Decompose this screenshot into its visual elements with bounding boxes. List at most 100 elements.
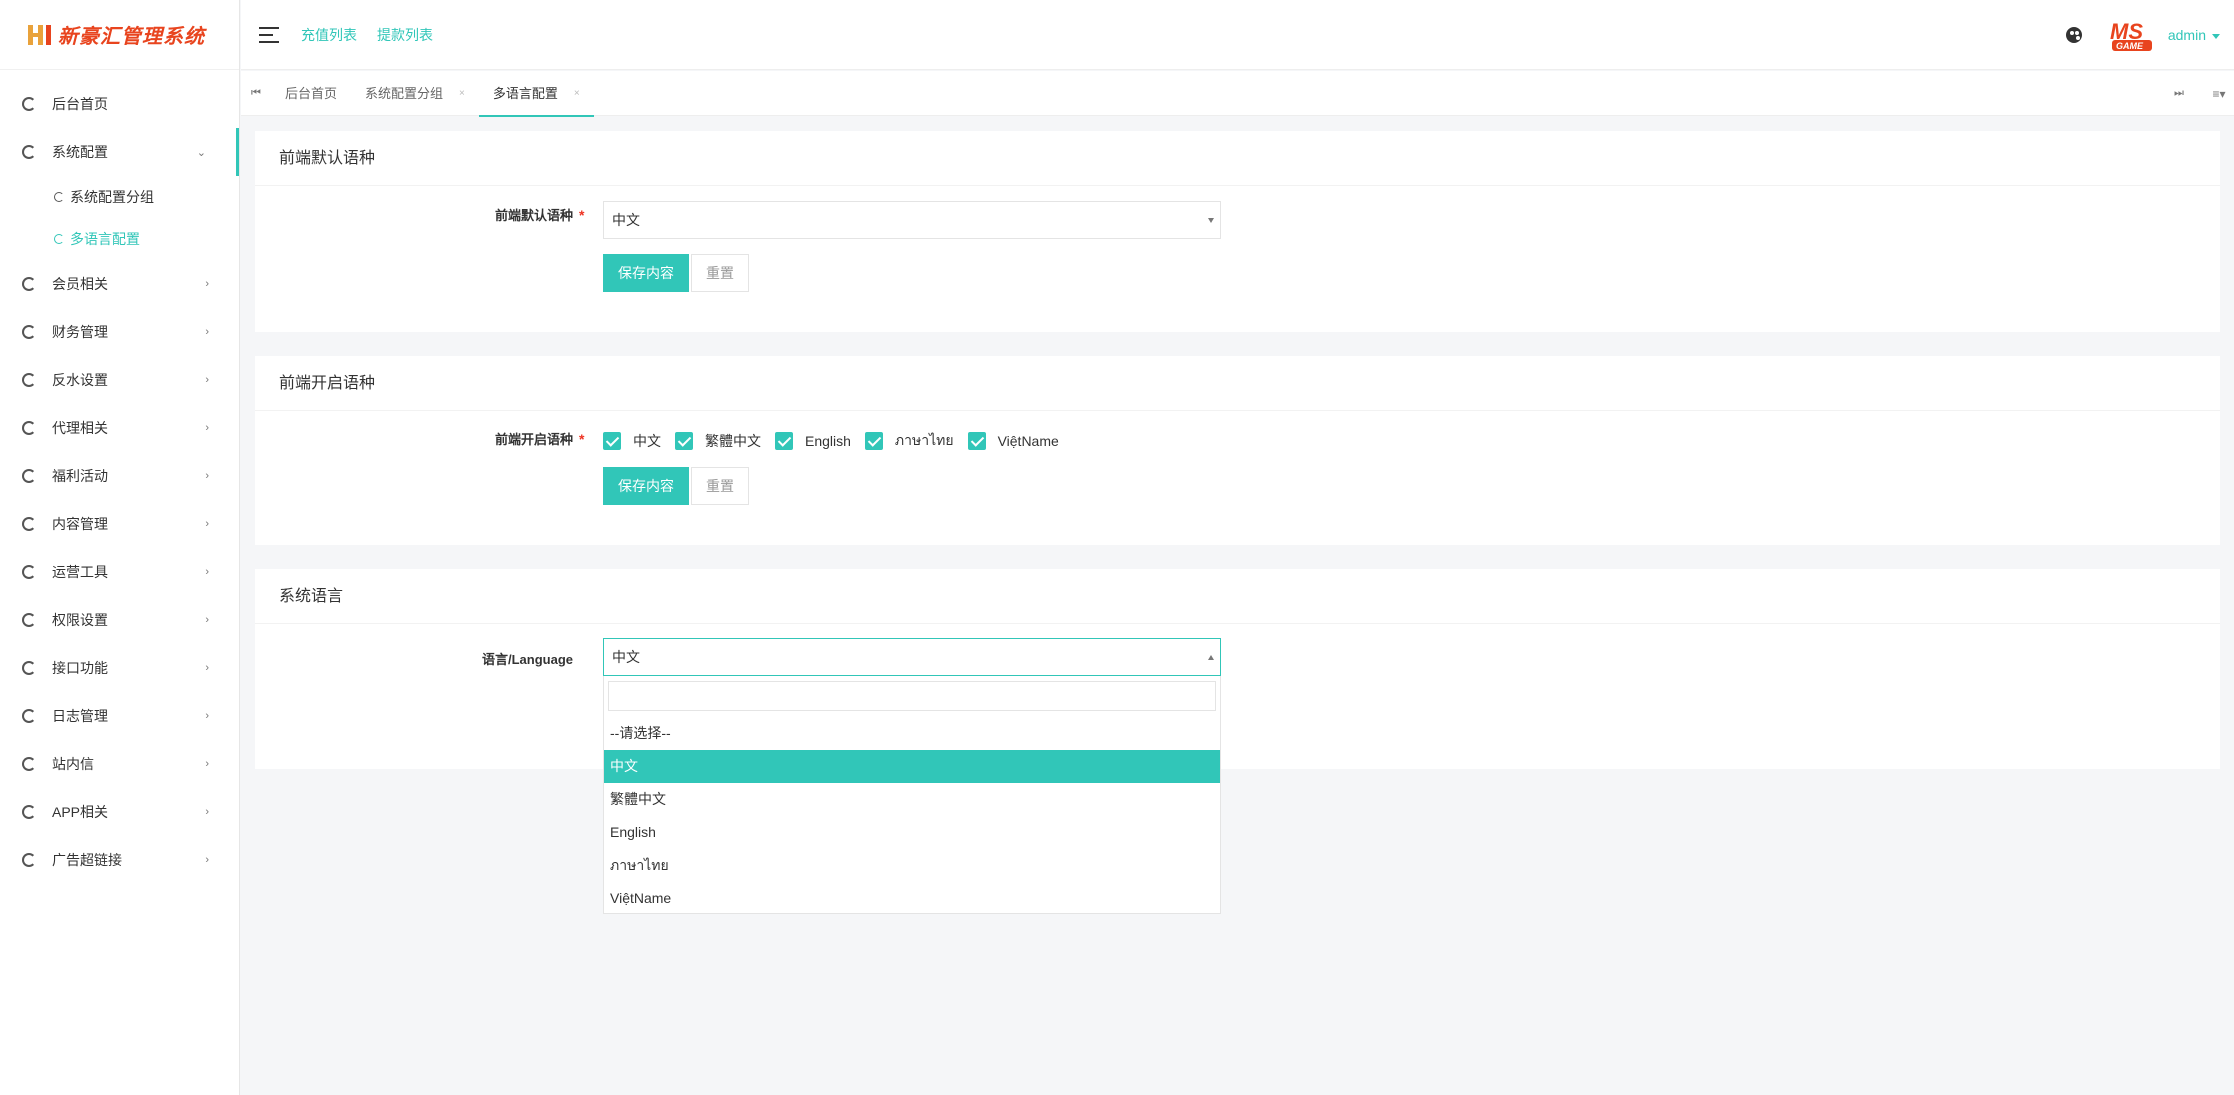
tab-config-group[interactable]: 系统配置分组 ×	[351, 71, 479, 116]
avatar[interactable]: MS GAME	[2106, 17, 2156, 53]
dropdown-option-zh[interactable]: 中文	[604, 750, 1220, 783]
circle-icon	[22, 469, 36, 483]
select-value: 中文	[612, 649, 640, 665]
checkbox-zh-tw[interactable]: 繁體中文	[675, 431, 761, 451]
close-icon[interactable]: ×	[459, 71, 465, 116]
default-lang-select[interactable]: 中文	[603, 201, 1221, 239]
dropdown-option-zh-tw[interactable]: 繁體中文	[604, 783, 1220, 816]
app-logo[interactable]: 新豪汇管理系统	[0, 0, 239, 70]
circle-icon	[22, 565, 36, 579]
chevron-right-icon: ›	[205, 518, 209, 530]
checkbox-th[interactable]: ภาษาไทย	[864, 430, 954, 452]
sidebar-subitem-label: 多语言配置	[70, 231, 140, 247]
sidebar-item-operations[interactable]: 运营工具 ›	[0, 548, 239, 596]
chevron-right-icon: ›	[205, 614, 209, 626]
chevron-right-icon: ›	[205, 758, 209, 770]
tab-multilang[interactable]: 多语言配置 ×	[478, 71, 594, 117]
checkbox-label: 繁體中文	[705, 433, 761, 449]
sidebar-item-members[interactable]: 会员相关 ›	[0, 260, 239, 308]
circle-icon	[22, 517, 36, 531]
sidebar-item-label: 代理相关	[52, 420, 108, 436]
app-title: 新豪汇管理系统	[58, 26, 205, 48]
sidebar-item-promotions[interactable]: 福利活动 ›	[0, 452, 239, 500]
system-lang-select[interactable]: 中文	[603, 638, 1221, 676]
menu-toggle-icon[interactable]	[259, 26, 279, 43]
svg-text:GAME: GAME	[2116, 41, 2144, 51]
system-lang-panel: 系统语言 语言/Language 中文	[255, 569, 2220, 769]
lang-checkbox-group: 中文 繁體中文 English ภาษาไทย ViệtName	[603, 430, 1073, 452]
save-button[interactable]: 保存内容	[603, 467, 689, 505]
circle-icon	[54, 192, 64, 202]
header-right: MS GAME admin	[2065, 0, 2220, 70]
checkbox-checked-icon	[967, 432, 986, 450]
sidebar-item-label: APP相关	[52, 804, 109, 820]
circle-icon	[22, 373, 36, 387]
sidebar-item-finance[interactable]: 财务管理 ›	[0, 308, 239, 356]
circle-icon	[22, 277, 36, 291]
tab-scroll-left-icon[interactable]: ⏮	[241, 87, 271, 100]
chevron-right-icon: ›	[205, 470, 209, 482]
form-label: 前端开启语种	[494, 432, 573, 447]
user-menu[interactable]: admin	[2168, 27, 2220, 43]
sidebar-item-label: 会员相关	[52, 276, 108, 292]
circle-icon	[22, 805, 36, 819]
checkbox-zh[interactable]: 中文	[603, 431, 661, 451]
reset-button[interactable]: 重置	[691, 467, 749, 505]
sidebar-item-rebate[interactable]: 反水设置 ›	[0, 356, 239, 404]
form-row: 前端默认语种 *	[255, 205, 589, 224]
tab-label: 系统配置分组	[365, 85, 444, 101]
save-button[interactable]: 保存内容	[603, 254, 689, 292]
circle-icon	[22, 661, 36, 675]
sidebar-item-api[interactable]: 接口功能 ›	[0, 644, 239, 692]
form-row: 语言/Language	[255, 649, 589, 668]
sidebar-item-label: 运营工具	[52, 564, 108, 580]
recharge-list-link[interactable]: 充值列表	[301, 25, 357, 45]
chevron-right-icon: ›	[205, 806, 209, 818]
dropdown-search-input[interactable]	[608, 681, 1216, 711]
checkbox-label: 中文	[633, 433, 661, 449]
dropdown-option-vi[interactable]: ViệtName	[604, 882, 1220, 915]
checkbox-vi[interactable]: ViệtName	[967, 432, 1059, 450]
dropdown-option-th[interactable]: ภาษาไทย	[604, 849, 1220, 882]
sidebar-item-app[interactable]: APP相关 ›	[0, 788, 239, 836]
sidebar-subitem-multilang[interactable]: 多语言配置	[0, 218, 239, 260]
reset-button[interactable]: 重置	[691, 254, 749, 292]
sidebar-subitem-config-group[interactable]: 系统配置分组	[0, 176, 239, 218]
chevron-right-icon: ›	[205, 278, 209, 290]
close-icon[interactable]: ×	[574, 71, 580, 116]
sidebar-item-content[interactable]: 内容管理 ›	[0, 500, 239, 548]
sidebar-item-messages[interactable]: 站内信 ›	[0, 740, 239, 788]
checkbox-checked-icon	[675, 432, 693, 450]
sidebar-item-permissions[interactable]: 权限设置 ›	[0, 596, 239, 644]
sidebar-item-agents[interactable]: 代理相关 ›	[0, 404, 239, 452]
tab-scroll-right-icon[interactable]: ⏭	[2164, 87, 2194, 100]
chevron-down-icon: ⌄	[196, 146, 206, 159]
withdraw-list-link[interactable]: 提款列表	[377, 25, 433, 45]
circle-icon	[22, 613, 36, 627]
tab-menu-icon[interactable]: ≡▾	[2204, 87, 2234, 101]
palette-icon[interactable]	[2065, 27, 2082, 43]
system-config-submenu: 系统配置分组 多语言配置	[0, 176, 239, 260]
dropdown-option-en[interactable]: English	[604, 816, 1220, 849]
top-header: 充值列表 提款列表 MS GAME admin	[241, 0, 2234, 70]
checkbox-en[interactable]: English	[775, 432, 851, 450]
sidebar-item-label: 系统配置	[52, 144, 108, 160]
sidebar-item-ad-links[interactable]: 广告超链接 ›	[0, 836, 239, 884]
chevron-right-icon: ›	[205, 566, 209, 578]
sidebar-item-home[interactable]: 后台首页	[0, 80, 239, 128]
sidebar-menu: 后台首页 系统配置 ⌄ 系统配置分组 多语言配置 会员相关 › 财务管理 › 反水设置…	[0, 80, 239, 884]
chevron-right-icon: ›	[205, 854, 209, 866]
sidebar-item-system-config[interactable]: 系统配置 ⌄	[0, 128, 239, 176]
tab-home[interactable]: 后台首页	[271, 71, 351, 116]
chevron-right-icon: ›	[205, 422, 209, 434]
sidebar-item-label: 福利活动	[52, 468, 108, 484]
select-value: 中文	[612, 212, 640, 228]
logo-icon	[28, 24, 51, 45]
checkbox-checked-icon	[864, 432, 883, 450]
sidebar: 新豪汇管理系统 后台首页 系统配置 ⌄ 系统配置分组 多语言配置 会员相关 › 财务…	[0, 0, 240, 1095]
sidebar-item-logs[interactable]: 日志管理 ›	[0, 692, 239, 740]
circle-icon	[22, 421, 36, 435]
dropdown-option-placeholder[interactable]: --请选择--	[604, 717, 1220, 750]
checkbox-checked-icon	[775, 432, 793, 450]
sidebar-item-label: 反水设置	[52, 372, 108, 388]
